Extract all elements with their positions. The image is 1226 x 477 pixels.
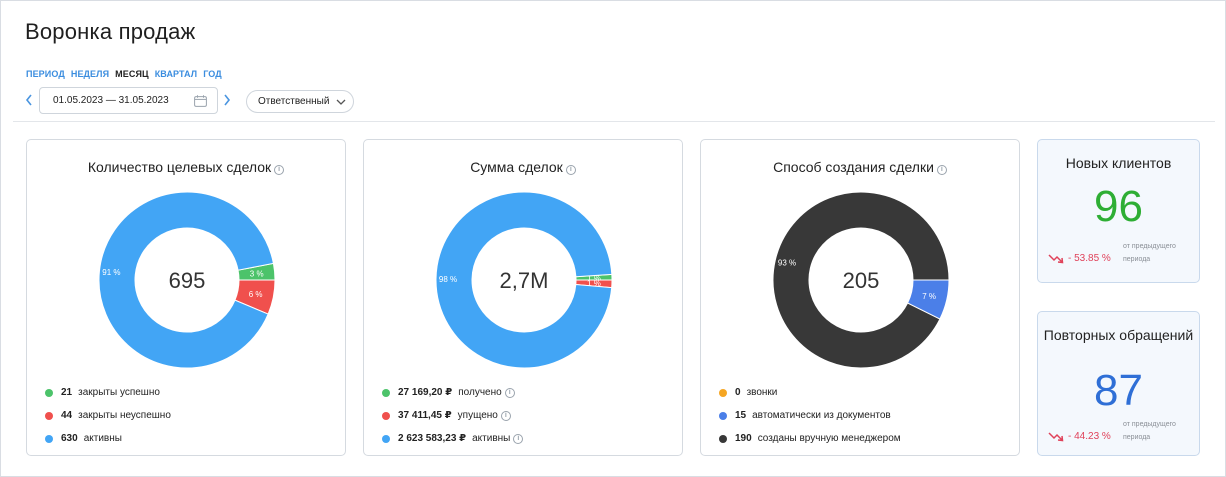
legend-dot (45, 434, 53, 443)
info-icon[interactable]: i (565, 165, 576, 175)
period-tabs: ПЕРИОД НЕДЕЛЯ МЕСЯЦ КВАРТАЛ ГОД (26, 69, 222, 79)
legend-item: 630 активны (45, 427, 171, 450)
donut-center-value: 695 (169, 268, 206, 293)
legend-dot (719, 434, 727, 443)
legend-value: 37 411,45 ₽ (398, 410, 452, 421)
stat-note: от предыдущего периода (1123, 421, 1176, 441)
responsible-filter[interactable]: Ответственный (246, 90, 354, 113)
legend-dot (719, 411, 727, 420)
legend-dot (45, 411, 53, 420)
legend: 21 закрыты успешно 44 закрыты неуспешно 63… (45, 381, 171, 450)
stat-value: 87 (1094, 366, 1143, 415)
legend-value: 190 (735, 433, 752, 444)
chevron-right-icon[interactable] (223, 94, 231, 108)
donut-segment-label: 93 % (778, 259, 796, 268)
page-title: Воронка продаж (25, 19, 196, 44)
legend-item: 44 закрыты неуспешно (45, 404, 171, 427)
info-icon[interactable]: i (513, 433, 524, 444)
legend-text: получено (458, 387, 502, 398)
legend-item: 190 созданы вручную менеджером (719, 427, 901, 450)
date-range-value: 01.05.2023 — 31.05.2023 (53, 95, 169, 106)
legend-item: 15 автоматически из документов (719, 404, 901, 427)
header-divider (13, 121, 1215, 122)
legend-value: 15 (735, 410, 747, 421)
date-range-input[interactable]: 01.05.2023 — 31.05.2023 (39, 87, 218, 114)
legend-value: 44 (61, 410, 73, 421)
info-icon[interactable]: i (504, 387, 515, 398)
legend: 0 звонки 15 автоматически из документов 19… (719, 381, 901, 450)
stat-title: Новых клиентов (1065, 155, 1172, 171)
legend-dot (382, 411, 390, 420)
trend-down-icon (1048, 431, 1064, 441)
card-title: Количество целевых сделок i (27, 159, 345, 175)
donut-segment-label: 3 % (250, 269, 264, 278)
legend-value: 0 (735, 387, 741, 398)
stat-change-value: - 44.23 % (1068, 431, 1111, 442)
legend-item: 21 закрыты успешно (45, 381, 171, 404)
chevron-left-icon[interactable] (25, 94, 33, 108)
tab-period[interactable]: ПЕРИОД (26, 69, 65, 79)
legend-item: 2 623 583,23 ₽ активны i (382, 427, 524, 450)
stat-change-value: - 53.85 % (1068, 253, 1111, 264)
card-target-deals: Количество целевых сделок i 3 % 6 % 91 % 695… (26, 139, 346, 456)
stat-change: - 53.85 % (1048, 253, 1111, 264)
calendar-icon[interactable] (194, 95, 207, 107)
legend-item: 0 звонки (719, 381, 901, 404)
legend-value: 2 623 583,23 ₽ (398, 433, 467, 444)
donut-segment-label: 7 % (922, 292, 936, 301)
legend-text: активны (83, 433, 122, 444)
card-title: Способ создания сделки i (701, 159, 1019, 175)
tab-year[interactable]: ГОД (203, 69, 222, 79)
legend-dot (719, 388, 727, 397)
chevron-down-icon (336, 99, 346, 105)
responsible-filter-label: Ответственный (258, 96, 330, 107)
stat-new-clients: Новых клиентов 96 - 53.85 % от предыдуще… (1037, 139, 1200, 283)
card-title-text: Сумма сделок (470, 159, 563, 175)
legend-text: закрыты успешно (78, 387, 160, 398)
donut-chart: 1 %1 %98 % 2,7М (435, 191, 613, 369)
legend-item: 27 169,20 ₽ получено i (382, 381, 523, 404)
tab-week[interactable]: НЕДЕЛЯ (71, 69, 109, 79)
legend-text: активны (472, 433, 511, 444)
legend: 27 169,20 ₽ получено i 37 411,45 ₽ упущено i… (382, 381, 524, 450)
legend-text: автоматически из документов (752, 410, 891, 421)
stat-title: Повторных обращений (1043, 327, 1194, 343)
info-icon[interactable]: i (274, 165, 285, 175)
legend-value: 21 (61, 387, 73, 398)
legend-text: звонки (746, 387, 778, 398)
legend-text: упущено (457, 410, 498, 421)
trend-down-icon (1048, 253, 1064, 263)
legend-dot (382, 434, 390, 443)
stat-change: - 44.23 % (1048, 431, 1111, 442)
legend-text: созданы вручную менеджером (757, 433, 901, 444)
legend-dot (382, 388, 390, 397)
card-creation-method: Способ создания сделки i 7 % 93 % 205 0 звон… (700, 139, 1020, 456)
stat-value: 96 (1094, 182, 1143, 231)
card-title: Сумма сделок i (364, 159, 682, 175)
info-icon[interactable]: i (500, 410, 511, 421)
donut-center-value: 205 (843, 268, 880, 293)
donut-segment-label: 6 % (249, 290, 263, 299)
donut-chart: 7 % 93 % 205 (772, 191, 950, 369)
donut-chart: 3 % 6 % 91 % 695 (98, 191, 276, 369)
card-deal-sum: Сумма сделок i 1 % 1 % 98 % 2,7М 27 169,20 ₽… (363, 139, 683, 456)
tab-quarter[interactable]: КВАРТАЛ (155, 69, 197, 79)
card-title-text: Количество целевых сделок (87, 159, 272, 175)
dashboard-frame: Воронка продаж ПЕРИОД НЕДЕЛЯ МЕСЯЦ КВАРТ… (0, 0, 1226, 477)
legend-dot (45, 388, 53, 397)
info-icon[interactable]: i (936, 165, 947, 175)
donut-segment-label: 91 % (102, 268, 120, 277)
donut-center-value: 2,7М (500, 268, 549, 293)
legend-text: закрыты неуспешно (78, 410, 171, 421)
legend-value: 630 (61, 433, 78, 444)
legend-value: 27 169,20 ₽ (398, 387, 453, 398)
stat-note: от предыдущего периода (1123, 243, 1176, 263)
stat-repeat-requests: Повторных обращений 87 - 44.23 % от пред… (1037, 311, 1200, 456)
tab-month[interactable]: МЕСЯЦ (115, 69, 149, 79)
legend-item: 37 411,45 ₽ упущено i (382, 404, 523, 427)
donut-segment-label: 98 % (439, 275, 457, 284)
card-title-text: Способ создания сделки (773, 159, 934, 175)
